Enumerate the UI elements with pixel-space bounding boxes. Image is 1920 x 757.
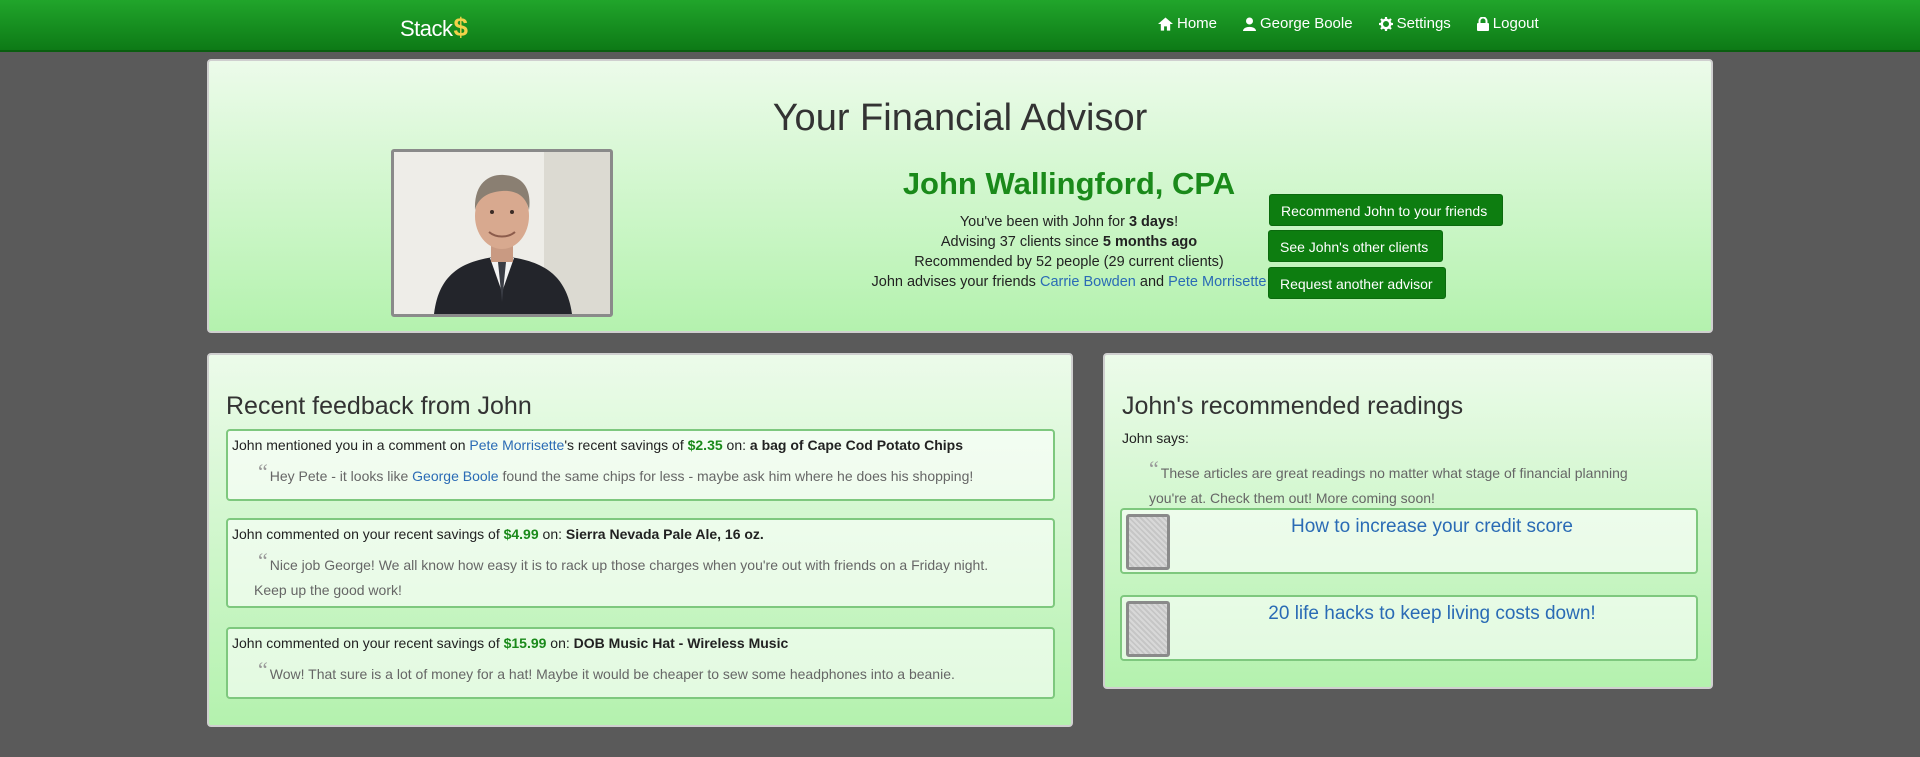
- clients-text: Advising 37 clients since: [940, 234, 1103, 250]
- brand-text: Stack: [400, 16, 453, 41]
- article-thumbnail: [1126, 601, 1170, 657]
- tenure-text: You've been with John for: [959, 214, 1129, 230]
- savings-amount: $2.35: [687, 437, 723, 453]
- nav-profile-label: George Boole: [1260, 15, 1353, 32]
- request-another-advisor-button[interactable]: Request another advisor: [1268, 267, 1446, 299]
- feedback-text: John commented on your recent savings of: [232, 635, 504, 651]
- feedback-text: John mentioned you in a comment on: [232, 437, 470, 453]
- readings-quote: “These articles are great readings no ma…: [1149, 456, 1669, 511]
- friends-and: and: [1135, 274, 1169, 290]
- nav-settings-label: Settings: [1396, 15, 1451, 32]
- user-link-george-boole[interactable]: George Boole: [412, 468, 498, 484]
- friend-link-carrie-bowden[interactable]: Carrie Bowden: [1040, 274, 1136, 290]
- gear-icon: [1378, 16, 1393, 31]
- product-name: a bag of Cape Cod Potato Chips: [749, 437, 964, 453]
- home-icon: [1158, 16, 1173, 31]
- product-name: Sierra Nevada Pale Ale, 16 oz.: [565, 526, 764, 542]
- quote-mark-icon: “: [1149, 456, 1159, 481]
- feedback-quote: “Wow! That sure is a lot of money for a …: [258, 657, 1038, 687]
- recommend-advisor-button[interactable]: Recommend John to your friends: [1269, 194, 1503, 226]
- brand-logo[interactable]: Stack $: [400, 12, 468, 43]
- article-link[interactable]: 20 life hacks to keep living costs down!: [1182, 603, 1682, 625]
- feedback-text: John commented on your recent savings of: [232, 526, 504, 542]
- page-title: Your Financial Advisor: [772, 97, 1148, 139]
- nav-logout-label: Logout: [1492, 15, 1539, 32]
- quote-text: found the same chips for less - maybe as…: [498, 468, 974, 484]
- quote-text: Hey Pete - it looks like: [269, 468, 413, 484]
- top-navbar: Stack $ Home George Boole Settings Logout: [0, 0, 1920, 52]
- savings-amount: $4.99: [503, 526, 539, 542]
- savings-amount: $15.99: [503, 635, 547, 651]
- article-item[interactable]: 20 life hacks to keep living costs down!: [1120, 595, 1698, 661]
- friends-text: John advises your friends: [871, 274, 1040, 290]
- advising-since: 5 months ago: [1102, 234, 1198, 250]
- feedback-text: on:: [538, 526, 566, 542]
- feedback-header: John commented on your recent savings of…: [232, 526, 764, 542]
- brand-dollar-symbol: $: [453, 12, 468, 42]
- feedback-quote: “Nice job George! We all know how easy i…: [254, 548, 1038, 603]
- feedback-title: Recent feedback from John: [226, 392, 532, 420]
- feedback-text: on:: [546, 635, 574, 651]
- user-link-pete-morrisette[interactable]: Pete Morrisette: [469, 437, 564, 453]
- lock-icon: [1476, 16, 1489, 31]
- quote-mark-icon: “: [258, 657, 268, 682]
- feedback-text: 's recent savings of: [564, 437, 688, 453]
- advisor-says-label: John says:: [1122, 430, 1189, 446]
- nav-settings[interactable]: Settings: [1378, 15, 1451, 32]
- quote-mark-icon: “: [258, 548, 268, 573]
- feedback-header: John mentioned you in a comment on Pete …: [232, 437, 963, 453]
- article-link[interactable]: How to increase your credit score: [1182, 516, 1682, 538]
- nav-profile[interactable]: George Boole: [1243, 15, 1353, 32]
- recent-feedback-panel: Recent feedback from John John mentioned…: [207, 353, 1073, 727]
- article-item[interactable]: How to increase your credit score: [1120, 508, 1698, 574]
- nav-logout[interactable]: Logout: [1476, 15, 1539, 32]
- feedback-item: John commented on your recent savings of…: [226, 627, 1055, 699]
- advisor-panel: Your Financial Advisor John Wallingford,…: [207, 59, 1713, 333]
- quote-text: Keep up the good work!: [254, 582, 402, 598]
- feedback-quote: “Hey Pete - it looks like George Boole f…: [258, 459, 1038, 489]
- nav-menu: Home George Boole Settings Logout: [1158, 15, 1565, 32]
- recommended-readings-panel: John's recommended readings John says: “…: [1103, 353, 1713, 689]
- quote-text: Wow! That sure is a lot of money for a h…: [269, 666, 955, 682]
- tenure-duration: 3 days: [1128, 214, 1175, 230]
- friend-link-pete-morrisette[interactable]: Pete Morrisette: [1168, 274, 1266, 290]
- nav-home-label: Home: [1177, 15, 1218, 32]
- see-other-clients-button[interactable]: See John's other clients: [1268, 230, 1443, 262]
- feedback-item: John commented on your recent savings of…: [226, 518, 1055, 608]
- tenure-suffix: !: [1174, 214, 1179, 230]
- quote-text: Nice job George! We all know how easy it…: [269, 557, 989, 573]
- feedback-header: John commented on your recent savings of…: [232, 635, 788, 651]
- readings-title: John's recommended readings: [1122, 392, 1464, 420]
- feedback-item: John mentioned you in a comment on Pete …: [226, 429, 1055, 501]
- quote-mark-icon: “: [258, 459, 268, 484]
- product-name: DOB Music Hat - Wireless Music: [573, 635, 789, 651]
- article-thumbnail: [1126, 514, 1170, 570]
- nav-home[interactable]: Home: [1158, 15, 1217, 32]
- advisor-photo: [391, 149, 613, 317]
- quote-text: These articles are great readings no mat…: [1149, 465, 1628, 506]
- user-icon: [1243, 17, 1257, 31]
- feedback-text: on:: [722, 437, 750, 453]
- advisor-portrait-image: [394, 152, 610, 314]
